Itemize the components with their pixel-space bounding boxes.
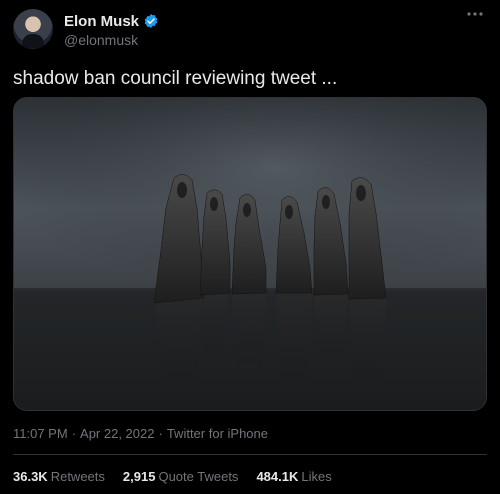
quote-tweets-stat[interactable]: 2,915 Quote Tweets <box>123 469 239 484</box>
tweet-media-image[interactable] <box>13 97 487 411</box>
quote-tweets-count: 2,915 <box>122 469 156 484</box>
meta-separator: · <box>158 426 163 441</box>
avatar[interactable] <box>13 9 53 49</box>
user-handle[interactable]: @elonmusk <box>64 32 138 48</box>
retweets-stat[interactable]: 36.3K Retweets <box>13 469 105 484</box>
retweets-count: 36.3K <box>13 469 48 484</box>
retweets-label: Retweets <box>50 469 105 484</box>
tweet-header: Elon Musk @elonmusk <box>13 9 487 53</box>
tweet-text: shadow ban council reviewing tweet ... <box>13 68 338 89</box>
likes-stat[interactable]: 484.1K Likes <box>256 469 331 484</box>
ellipsis-icon[interactable] <box>463 9 487 29</box>
tweet-meta: 11:07 PM · Apr 22, 2022 · Twitter for iP… <box>13 426 268 441</box>
display-name[interactable]: Elon Musk <box>64 13 139 30</box>
likes-label: Likes <box>301 469 332 484</box>
divider <box>13 454 487 455</box>
quote-tweets-label: Quote Tweets <box>158 469 239 484</box>
likes-count: 484.1K <box>256 469 299 484</box>
meta-separator: · <box>71 426 77 441</box>
tweet-source[interactable]: Twitter for iPhone <box>167 426 268 441</box>
tweet-time[interactable]: 11:07 PM <box>13 426 68 441</box>
tweet-date[interactable]: Apr 22, 2022 <box>80 426 154 441</box>
tweet-stats: 36.3K Retweets 2,915 Quote Tweets 484.1K Li… <box>13 469 332 484</box>
verified-badge-icon <box>143 13 159 29</box>
name-row: Elon Musk <box>64 12 159 30</box>
tweet: Elon Musk @elonmusk shadow ban council r… <box>0 0 500 494</box>
